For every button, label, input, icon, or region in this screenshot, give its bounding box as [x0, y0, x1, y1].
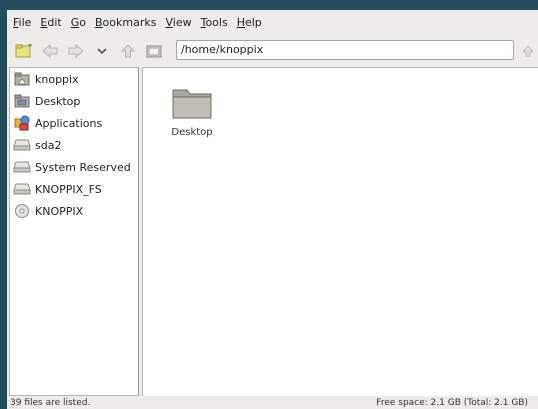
menu-go[interactable]: Go	[71, 16, 86, 29]
cdrom-icon	[12, 203, 32, 219]
sidebar-item-sda2[interactable]: sda2	[10, 134, 138, 156]
applications-icon	[12, 115, 32, 131]
sidebar-item-desktop[interactable]: Desktop	[10, 90, 138, 112]
file-item-label: Desktop	[171, 127, 213, 138]
desktop-icon	[12, 93, 32, 109]
menu-view[interactable]: View	[165, 16, 191, 29]
sidebar-item-applications[interactable]: Applications	[10, 112, 138, 134]
home-icon[interactable]	[143, 40, 165, 62]
history-dropdown-icon[interactable]	[91, 40, 113, 62]
toolbar: /home/knoppix	[7, 36, 538, 66]
status-free-space: Free space: 2.1 GB (Total: 2.1 GB)	[376, 398, 528, 408]
sidebar-item-knoppix[interactable]: knoppix	[10, 68, 138, 90]
menu-edit[interactable]: Edit	[40, 16, 61, 29]
go-icon[interactable]	[521, 44, 535, 58]
drive-icon	[12, 159, 32, 175]
sidebar-item-label: Desktop	[35, 94, 81, 108]
up-icon[interactable]	[117, 40, 139, 62]
menu-help[interactable]: Help	[237, 16, 262, 29]
menu-bar: File Edit Go Bookmarks View Tools Help	[7, 10, 538, 34]
sidebar-places: knoppix Desktop Applications sda2 System…	[9, 67, 139, 396]
forward-icon[interactable]	[65, 40, 87, 62]
back-icon[interactable]	[39, 40, 61, 62]
sidebar-item-knoppix-fs[interactable]: KNOPPIX_FS	[10, 178, 138, 200]
new-tab-icon[interactable]	[13, 40, 35, 62]
status-file-count: 39 files are listed.	[10, 398, 91, 408]
menu-file[interactable]: File	[13, 16, 31, 29]
sidebar-item-label: knoppix	[35, 72, 79, 86]
status-bar: 39 files are listed. Free space: 2.1 GB …	[7, 397, 538, 409]
sidebar-item-label: System Reserved	[35, 160, 131, 174]
file-view: Desktop	[142, 67, 538, 396]
drive-icon	[12, 137, 32, 153]
menu-tools[interactable]: Tools	[201, 16, 228, 29]
menu-bookmarks[interactable]: Bookmarks	[95, 16, 156, 29]
sidebar-item-label: sda2	[35, 138, 62, 152]
drive-icon	[12, 181, 32, 197]
home-folder-icon	[12, 71, 32, 87]
folder-icon	[171, 86, 213, 123]
sidebar-item-label: Applications	[35, 116, 103, 130]
sidebar-item-label: KNOPPIX_FS	[35, 182, 102, 196]
file-item-desktop[interactable]: Desktop	[165, 86, 219, 138]
sidebar-item-knoppix-cd[interactable]: KNOPPIX	[10, 200, 138, 222]
location-input[interactable]: /home/knoppix	[176, 40, 514, 60]
sidebar-item-label: KNOPPIX	[35, 204, 84, 218]
sidebar-item-system-reserved[interactable]: System Reserved	[10, 156, 138, 178]
file-manager-window: File Edit Go Bookmarks View Tools Help /…	[7, 10, 538, 409]
